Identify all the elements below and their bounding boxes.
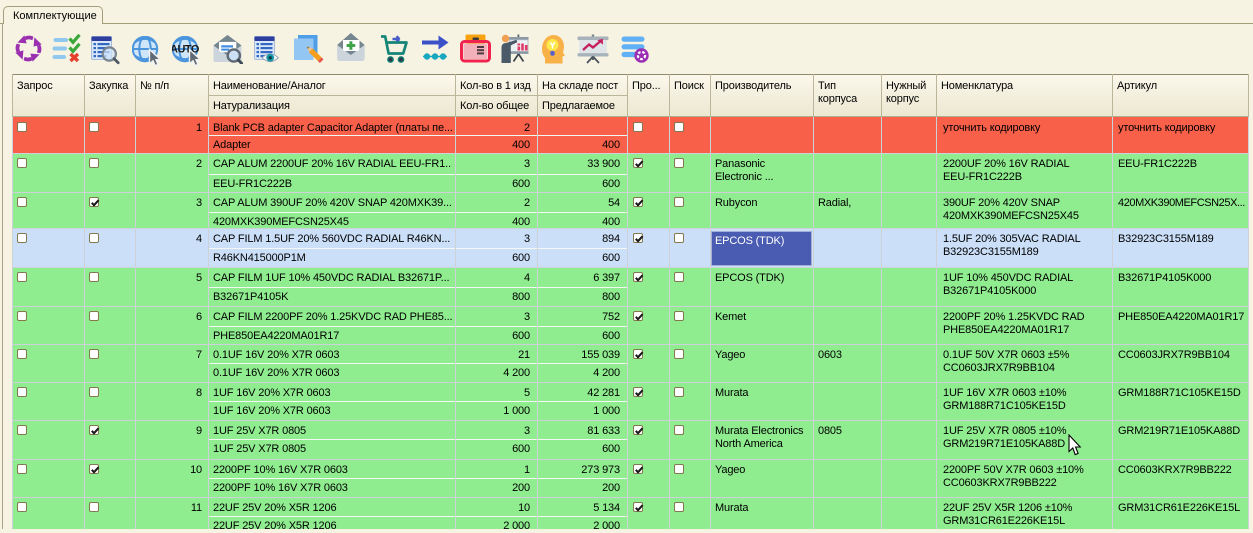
svg-text:AUTO: AUTO [172,44,200,56]
